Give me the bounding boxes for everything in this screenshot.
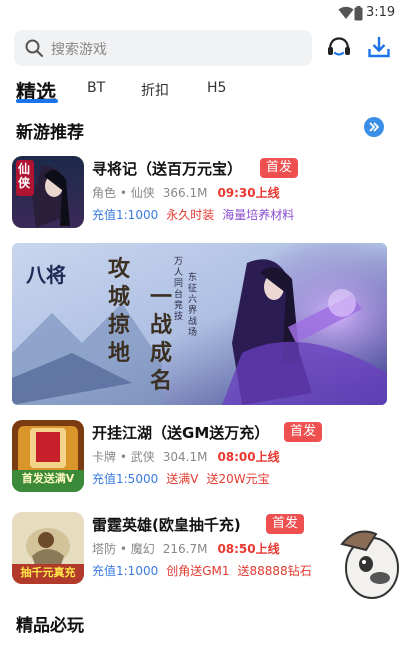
game-tag: 充值1:5000 [92,472,159,486]
game-icon: 首发送满V [12,420,84,492]
banner-small-right: 东征六界战场 [188,273,198,338]
game-item[interactable]: 抽千元真充 雷霆英雄(欧皇抽千充) 首发 塔防 • 魔幻 216.7M 08:50上… [12,512,388,588]
section-title-new-games: 新游推荐 [16,123,84,143]
game-size: 216.7M [162,542,208,556]
battery-icon [354,6,363,21]
banner-slogan-left: 攻城掠地 [108,256,131,366]
game-tag: 充值1:1000 [92,564,159,578]
search-icon [25,39,43,57]
game-meta: 塔防 • 魔幻 216.7M 08:50上线 [92,540,280,557]
game-icon: 抽千元真充 [12,512,84,584]
banner-small-left: 万人同台竞技 [174,257,184,322]
status-time: 3:19 [366,5,396,20]
game-tag: 送20W元宝 [206,472,270,486]
category-tabs: 精选 BT 折扣 H5 [0,74,400,108]
game-tag: 送满V [166,472,199,486]
tab-active-indicator [16,99,58,103]
tab-discount[interactable]: 折扣 [141,80,169,100]
game-tags: 充值1:1000 永久时装 海量培养材料 [92,206,302,223]
game-tags: 充值1:5000 送满V 送20W元宝 [92,470,278,487]
first-launch-badge: 首发 [284,422,323,442]
launch-time: 09:30上线 [217,186,280,200]
game-title: 开挂江湖（送GM送万充） [92,424,270,442]
game-item[interactable]: 首发送满V 开挂江湖（送GM送万充） 首发 卡牌 • 武侠 304.1M 08:00… [12,420,388,496]
promo-banner[interactable]: 八将 攻城掠地 一战成名 万人同台竞技 东征六界战场 [12,243,387,405]
more-button[interactable] [364,117,384,137]
game-meta: 卡牌 • 武侠 304.1M 08:00上线 [92,448,280,465]
game-title: 雷霆英雄(欧皇抽千充) [92,516,241,534]
game-icon-label: 首发送满V [21,472,75,485]
game-icon-label: 仙侠 [18,162,31,190]
wifi-icon [338,6,354,19]
first-launch-badge: 首发 [260,158,299,178]
first-launch-badge: 首发 [266,514,305,534]
tab-h5[interactable]: H5 [207,80,226,96]
game-icon: 仙侠 [12,156,84,228]
game-icon-label: 抽千元真充 [20,566,76,579]
game-item[interactable]: 仙侠 寻将记（送百万元宝） 首发 角色 • 仙侠 366.1M 09:30上线 充值… [12,156,388,232]
launch-time: 08:00上线 [217,450,280,464]
game-genre: 塔防 • 魔幻 [92,542,155,556]
chevron-right-icon [369,122,379,132]
tab-bt[interactable]: BT [87,80,105,96]
banner-slogan-right: 一战成名 [150,284,173,394]
game-tag: 送88888钻石 [237,564,312,578]
game-meta: 角色 • 仙侠 366.1M 09:30上线 [92,184,280,201]
game-genre: 卡牌 • 武侠 [92,450,155,464]
game-tag: 永久时装 [166,208,215,222]
search-placeholder: 搜索游戏 [51,42,107,58]
search-input[interactable]: 搜索游戏 [14,30,312,66]
game-tag: 海量培养材料 [222,208,295,222]
game-tag: 创角送GM1 [166,564,230,578]
game-tag: 充值1:1000 [92,208,159,222]
section-title-must-play: 精品必玩 [16,616,84,636]
status-bar: 3:19 [0,0,400,26]
download-icon[interactable] [367,35,391,59]
game-size: 304.1M [162,450,208,464]
launch-time: 08:50上线 [217,542,280,556]
floating-mascot-icon[interactable] [336,520,400,600]
game-tags: 充值1:1000 创角送GM1 送88888钻石 [92,562,320,579]
customer-service-icon[interactable] [326,36,352,60]
banner-logo: 八将 [26,263,66,287]
game-genre: 角色 • 仙侠 [92,186,155,200]
game-size: 366.1M [162,186,208,200]
game-title: 寻将记（送百万元宝） [92,160,243,178]
